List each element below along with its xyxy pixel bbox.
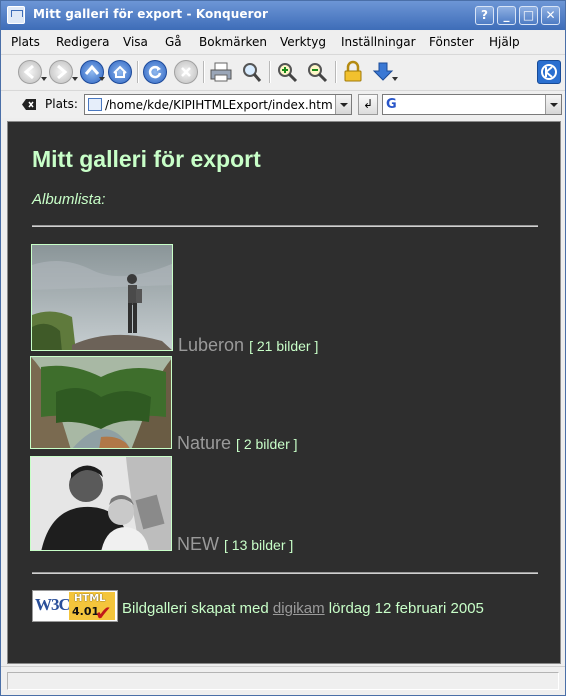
page-icon <box>88 98 102 111</box>
kde-logo-icon[interactable] <box>537 60 561 84</box>
url-text[interactable]: /home/kde/KIPIHTMLExport/index.html <box>105 98 333 112</box>
menu-fonster[interactable]: Fönster <box>429 35 474 49</box>
menu-installningar[interactable]: Inställningar <box>341 35 416 49</box>
print-icon[interactable] <box>209 60 233 84</box>
toolbar-separator <box>137 61 139 83</box>
menu-visa[interactable]: Visa <box>123 35 148 49</box>
checkmark-icon: ✔ <box>95 601 112 625</box>
find-icon[interactable] <box>239 60 263 84</box>
konqueror-window: Mitt galleri för export - Konqueror ? _ … <box>0 0 566 696</box>
divider-bottom <box>32 572 538 574</box>
footer-text: Bildgalleri skapat med digikam lördag 12… <box>122 600 484 617</box>
menu-verktyg[interactable]: Verktyg <box>280 35 326 49</box>
page-footer: W3C HTML 4.01 ✔ Bildgalleri skapat med d… <box>32 590 552 625</box>
divider-top <box>32 225 538 227</box>
w3c-html-valid-badge[interactable]: W3C HTML 4.01 ✔ <box>32 590 118 625</box>
go-button[interactable]: ↲ <box>358 94 378 115</box>
digikam-link[interactable]: digikam <box>273 600 325 617</box>
toolbar-separator <box>269 61 271 83</box>
stop-icon[interactable] <box>174 60 198 84</box>
help-button[interactable]: ? <box>475 6 494 25</box>
up-history-arrow[interactable] <box>99 77 105 81</box>
album-entry-new[interactable]: NEW [ 13 bilder ] <box>177 534 293 555</box>
page-title: Mitt galleri för export <box>32 146 261 172</box>
google-search-icon[interactable]: G <box>386 97 397 112</box>
search-input[interactable]: G <box>382 94 562 115</box>
album-list-label: Albumlista: <box>32 191 106 208</box>
footer-date: lördag 12 februari 2005 <box>328 600 484 617</box>
album-count-new: [ 13 bilder ] <box>224 537 294 553</box>
menu-bar: Plats Redigera Visa Gå Bokmärken Verktyg… <box>1 31 565 53</box>
album-thumbnail-nature[interactable] <box>30 356 172 449</box>
album-count-luberon: [ 21 bilder ] <box>249 338 319 354</box>
menu-ga[interactable]: Gå <box>165 35 182 49</box>
menu-redigera[interactable]: Redigera <box>56 35 109 49</box>
toolbar-separator <box>203 61 205 83</box>
album-count-nature: [ 2 bilder ] <box>236 436 298 452</box>
w3c-logo-text: W3C <box>35 595 71 614</box>
album-entry-nature[interactable]: Nature [ 2 bilder ] <box>177 433 298 454</box>
forward-history-arrow[interactable] <box>72 77 78 81</box>
home-icon[interactable] <box>108 60 132 84</box>
download-menu-arrow[interactable] <box>392 77 398 81</box>
album-name-new[interactable]: NEW <box>177 534 219 554</box>
menu-plats[interactable]: Plats <box>11 35 40 49</box>
album-thumbnail-luberon[interactable] <box>31 244 173 351</box>
search-dropdown[interactable] <box>545 95 561 114</box>
footer-prefix: Bildgalleri skapat med <box>122 600 269 617</box>
window-title: Mitt galleri för export - Konqueror <box>33 7 268 21</box>
app-icon[interactable] <box>7 6 25 24</box>
menu-hjalp[interactable]: Hjälp <box>489 35 520 49</box>
menu-bokmarken[interactable]: Bokmärken <box>199 35 267 49</box>
page-content[interactable]: Mitt galleri för export Albumlista: Lube… <box>7 121 561 664</box>
album-thumbnail-new[interactable] <box>30 456 172 551</box>
main-toolbar <box>1 54 565 89</box>
album-entry-luberon[interactable]: Luberon [ 21 bilder ] <box>178 335 318 356</box>
status-bar <box>1 666 565 695</box>
back-history-arrow[interactable] <box>41 77 47 81</box>
toolbar-separator <box>335 61 337 83</box>
zoom-in-icon[interactable] <box>275 60 299 84</box>
maximize-button[interactable]: □ <box>519 6 538 25</box>
location-bar: Plats: /home/kde/KIPIHTMLExport/index.ht… <box>1 90 565 118</box>
close-button[interactable]: ✕ <box>541 6 560 25</box>
title-bar[interactable]: Mitt galleri för export - Konqueror ? _ … <box>1 1 565 30</box>
zoom-out-icon[interactable] <box>305 60 329 84</box>
album-name-nature[interactable]: Nature <box>177 433 231 453</box>
clear-location-icon[interactable] <box>21 98 37 111</box>
status-field <box>7 672 559 690</box>
minimize-button[interactable]: _ <box>497 6 516 25</box>
back-icon[interactable] <box>18 60 42 84</box>
lock-icon[interactable] <box>341 60 365 84</box>
location-label: Plats: <box>45 97 78 111</box>
url-input[interactable]: /home/kde/KIPIHTMLExport/index.html <box>84 94 352 115</box>
forward-icon[interactable] <box>49 60 73 84</box>
url-history-dropdown[interactable] <box>335 95 351 114</box>
album-name-luberon[interactable]: Luberon <box>178 335 244 355</box>
reload-icon[interactable] <box>143 60 167 84</box>
